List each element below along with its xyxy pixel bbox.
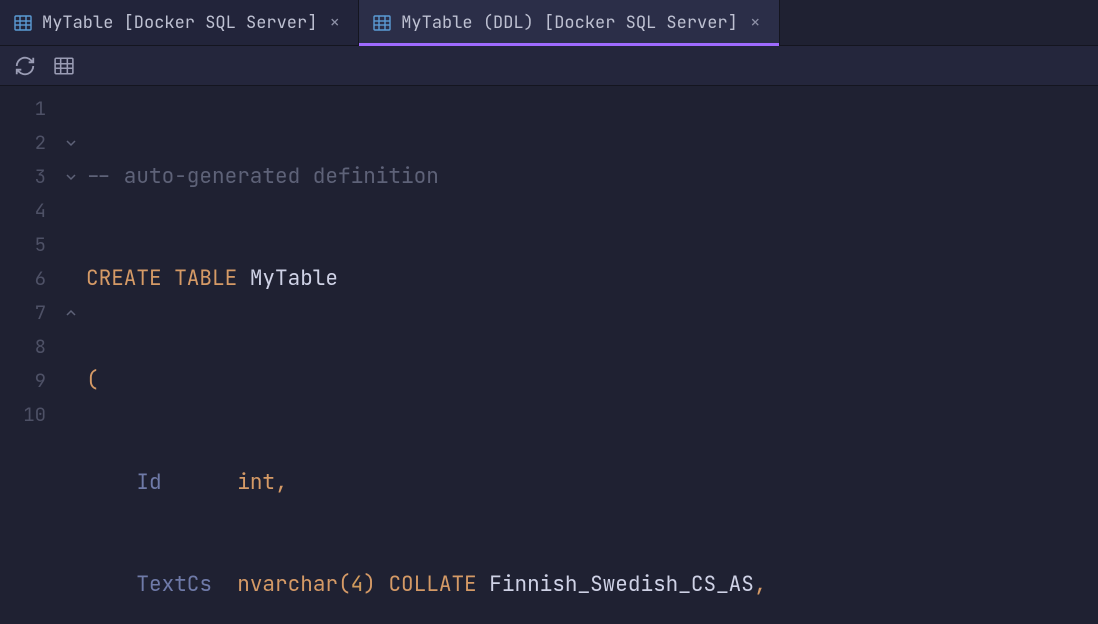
code-line: ( bbox=[82, 364, 1098, 398]
code-area[interactable]: -- auto-generated definition CREATE TABL… bbox=[82, 86, 1098, 624]
tab-mytable-ddl[interactable]: MyTable (DDL) [Docker SQL Server] × bbox=[359, 0, 779, 45]
code-editor[interactable]: 1 2 3 4 5 6 7 8 9 10 -- auto-generated d… bbox=[0, 86, 1098, 624]
line-num: 7 bbox=[0, 296, 60, 330]
refresh-button[interactable] bbox=[14, 55, 36, 77]
line-num: 3 bbox=[0, 160, 60, 194]
line-num: 1 bbox=[0, 92, 60, 126]
table-icon bbox=[14, 14, 32, 32]
tab-mytable[interactable]: MyTable [Docker SQL Server] × bbox=[0, 0, 359, 45]
line-num: 8 bbox=[0, 330, 60, 364]
tab-label: MyTable (DDL) [Docker SQL Server] bbox=[401, 12, 738, 34]
editor-toolbar bbox=[0, 46, 1098, 86]
line-num: 4 bbox=[0, 194, 60, 228]
code-line: CREATE TABLE MyTable bbox=[82, 262, 1098, 296]
fold-icon[interactable] bbox=[60, 126, 82, 160]
line-num: 9 bbox=[0, 364, 60, 398]
line-num: 2 bbox=[0, 126, 60, 160]
fold-strip bbox=[60, 86, 82, 624]
close-icon[interactable]: × bbox=[748, 11, 763, 34]
code-line: TextCs nvarchar(4) COLLATE Finnish_Swedi… bbox=[82, 568, 1098, 602]
code-line: Id int, bbox=[82, 466, 1098, 500]
tab-label: MyTable [Docker SQL Server] bbox=[42, 12, 317, 34]
table-view-button[interactable] bbox=[54, 56, 74, 76]
code-line: -- auto-generated definition bbox=[82, 160, 1098, 194]
fold-icon[interactable] bbox=[60, 160, 82, 194]
line-num: 10 bbox=[0, 398, 60, 432]
close-icon[interactable]: × bbox=[327, 11, 342, 34]
fold-end-icon[interactable] bbox=[60, 296, 82, 330]
line-num: 5 bbox=[0, 228, 60, 262]
tab-strip: MyTable [Docker SQL Server] × MyTable (D… bbox=[0, 0, 1098, 46]
table-icon bbox=[373, 14, 391, 32]
line-gutter: 1 2 3 4 5 6 7 8 9 10 bbox=[0, 86, 60, 624]
line-num: 6 bbox=[0, 262, 60, 296]
